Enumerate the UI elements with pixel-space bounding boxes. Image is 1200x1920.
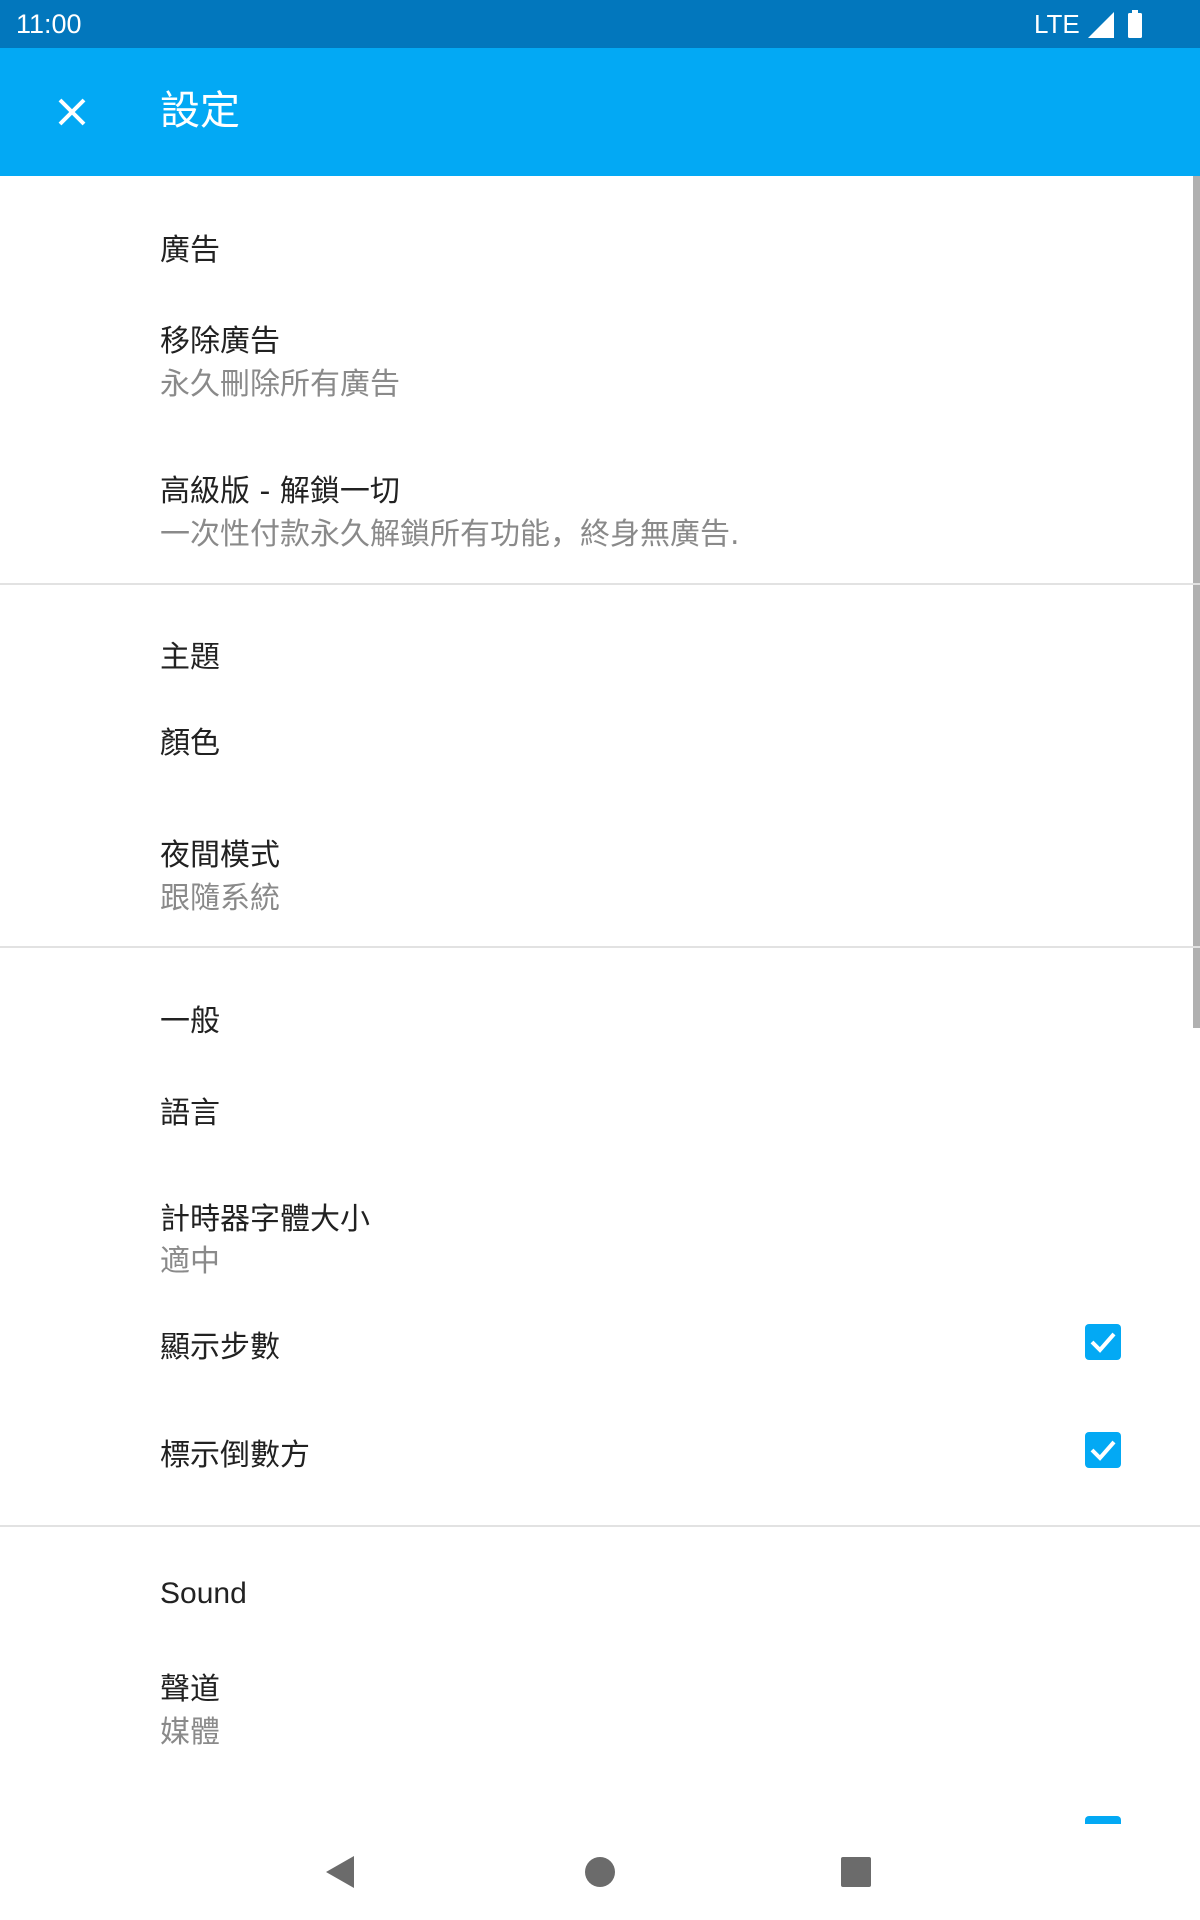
- battery-icon: [1128, 10, 1142, 38]
- pref-timer-font-size[interactable]: 計時器字體大小 適中: [0, 1170, 1200, 1286]
- close-button[interactable]: [40, 80, 104, 144]
- status-time: 11:00: [16, 9, 82, 39]
- pref-mark-countdown[interactable]: 標示倒數方: [0, 1398, 1200, 1498]
- back-button[interactable]: [310, 1840, 374, 1904]
- pref-remove-ads[interactable]: 移除廣告 永久刪除所有廣告: [0, 302, 1200, 404]
- mark-countdown-checkbox[interactable]: [1085, 1432, 1121, 1468]
- pref-channel[interactable]: 聲道 媒體: [0, 1642, 1200, 1752]
- pref-title: 高級版 - 解鎖一切: [160, 474, 400, 509]
- back-icon: [326, 1856, 354, 1888]
- pref-title: 夜間模式: [160, 838, 280, 873]
- pref-title: 顯示步數: [160, 1330, 280, 1365]
- pref-summary: 一次性付款永久解鎖所有功能，終身無廣告.: [160, 517, 740, 552]
- pref-title: 顏色: [160, 726, 220, 761]
- pref-title: 計時器字體大小: [160, 1202, 370, 1237]
- divider: [0, 1525, 1200, 1527]
- settings-list[interactable]: 廣告 移除廣告 永久刪除所有廣告 高級版 - 解鎖一切 一次性付款永久解鎖所有功…: [0, 176, 1200, 1824]
- pref-premium[interactable]: 高級版 - 解鎖一切 一次性付款永久解鎖所有功能，終身無廣告.: [0, 452, 1200, 556]
- page-title: 設定: [160, 88, 240, 134]
- pref-language[interactable]: 語言: [0, 1064, 1200, 1164]
- status-bar: 11:00 LTE: [0, 0, 1200, 48]
- pref-title: 移除廣告: [160, 324, 280, 359]
- home-icon: [585, 1857, 615, 1887]
- pref-title: 標示倒數方: [160, 1438, 310, 1473]
- pref-summary: 跟隨系統: [160, 881, 280, 916]
- recents-button[interactable]: [824, 1840, 888, 1904]
- category-sound: Sound: [160, 1577, 247, 1610]
- pref-night-mode[interactable]: 夜間模式 跟隨系統: [0, 804, 1200, 916]
- recents-icon: [841, 1857, 871, 1887]
- navigation-bar: [0, 1824, 1200, 1920]
- partial-checkbox[interactable]: [1085, 1816, 1121, 1824]
- pref-color[interactable]: 顏色: [0, 698, 1200, 798]
- pref-title: 聲道: [160, 1672, 220, 1707]
- app-bar: 設定: [0, 48, 1200, 176]
- show-steps-checkbox[interactable]: [1085, 1324, 1121, 1360]
- divider: [0, 946, 1200, 948]
- close-icon: [58, 98, 86, 126]
- signal-icon: [1088, 12, 1114, 38]
- category-ads: 廣告: [160, 233, 220, 268]
- check-icon: [1090, 1440, 1116, 1461]
- category-theme: 主題: [160, 640, 220, 675]
- divider: [0, 583, 1200, 585]
- home-button[interactable]: [568, 1840, 632, 1904]
- category-general: 一般: [160, 1004, 220, 1039]
- pref-title: 語言: [160, 1096, 220, 1131]
- pref-summary: 媒體: [160, 1715, 220, 1750]
- pref-show-steps[interactable]: 顯示步數: [0, 1292, 1200, 1392]
- pref-summary: 永久刪除所有廣告: [160, 367, 400, 402]
- check-icon: [1090, 1332, 1116, 1353]
- pref-summary: 適中: [160, 1244, 220, 1279]
- network-type: LTE: [1034, 9, 1080, 39]
